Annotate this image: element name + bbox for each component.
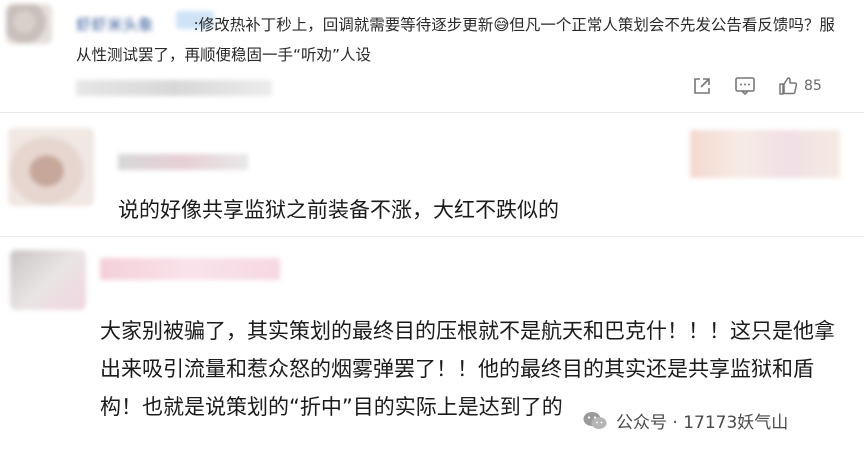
avatar[interactable] xyxy=(10,250,86,310)
wechat-icon xyxy=(583,411,607,429)
username[interactable]: 虾虾米头象 xyxy=(76,16,154,34)
share-button[interactable] xyxy=(692,76,712,96)
reply-button[interactable] xyxy=(734,76,756,96)
timestamp xyxy=(76,80,272,96)
reply-text: :修改热补丁秒上，回调就需要等待逐步更新 xyxy=(193,16,494,34)
like-count: 85 xyxy=(804,78,822,94)
avatar[interactable] xyxy=(6,4,52,44)
thumbs-up-icon xyxy=(779,77,798,95)
comment-text: 说的好像共享监狱之前装备不涨，大红不跌似的 xyxy=(118,198,559,222)
username[interactable] xyxy=(100,258,280,280)
emoji-icon: 😅 xyxy=(493,16,510,34)
decoration-card xyxy=(690,130,840,178)
username[interactable] xyxy=(118,154,248,170)
avatar[interactable] xyxy=(8,128,94,206)
like-button[interactable]: 85 xyxy=(778,76,822,96)
comment-icon xyxy=(735,77,755,96)
comment-actions: 85 xyxy=(692,74,822,98)
watermark-text: 公众号 · 17173妖气山 xyxy=(616,413,789,433)
watermark: 公众号 · 17173妖气山 xyxy=(582,408,788,433)
divider xyxy=(0,236,864,237)
comment-text: 虾虾米头象:修改热补丁秒上，回调就需要等待逐步更新😅但凡一个正常人策划会不先发公… xyxy=(76,10,846,70)
share-icon xyxy=(694,78,710,94)
divider xyxy=(0,112,864,113)
